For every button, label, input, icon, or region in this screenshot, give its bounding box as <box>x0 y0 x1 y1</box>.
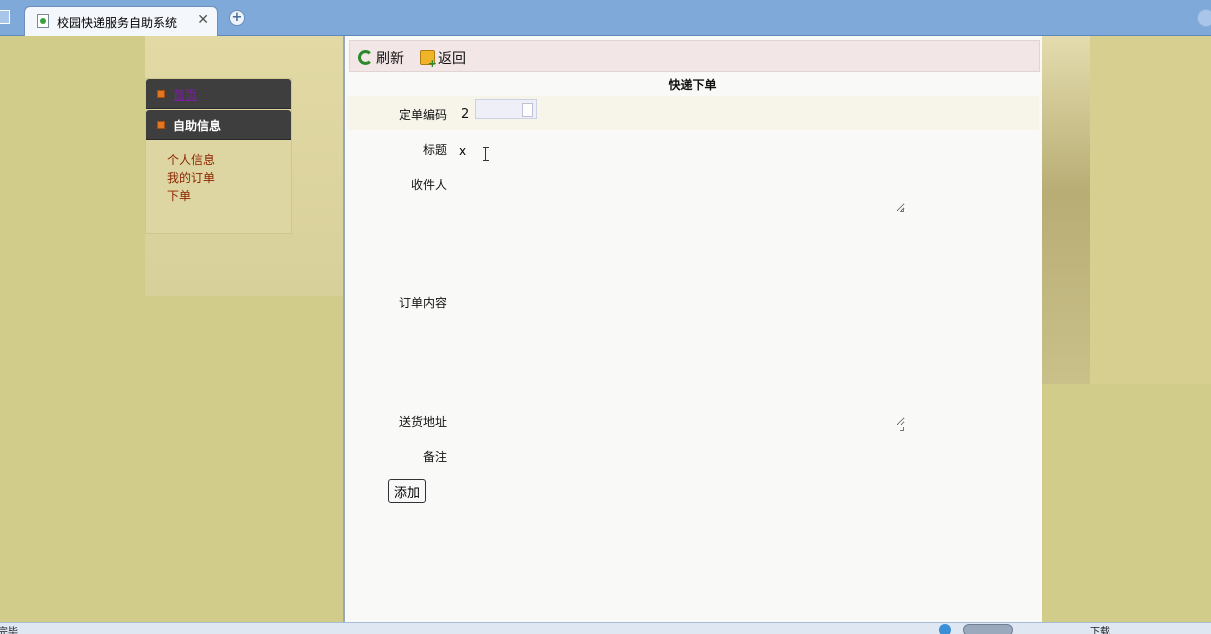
order-code-row <box>347 96 1039 130</box>
add-button[interactable]: 添加 <box>388 479 426 503</box>
order-code-label: 定单编码 <box>398 108 447 122</box>
toolbar: 刷新 返回 <box>349 40 1040 72</box>
browser-menu-icon[interactable] <box>0 10 10 24</box>
address-label: 送货地址 <box>398 415 447 429</box>
sidebar-item-place-order[interactable]: 下单 <box>167 187 291 205</box>
browser-tab[interactable]: 校园快递服务自助系统 ✕ <box>24 6 218 36</box>
status-text: 完毕 <box>0 627 18 634</box>
browser-status-icon <box>1197 9 1211 27</box>
bullet-icon <box>157 121 165 129</box>
sidebar-links: 个人信息 我的订单 下单 <box>146 140 291 205</box>
sidebar-section-label: 自助信息 <box>173 119 222 133</box>
folder-add-icon <box>420 50 437 70</box>
order-content-label: 订单内容 <box>398 296 447 310</box>
order-content-textarea[interactable] <box>459 236 905 426</box>
mode-toggle[interactable] <box>963 624 1013 634</box>
refresh-icon <box>358 50 373 65</box>
resize-grip-icon[interactable] <box>900 427 904 431</box>
refresh-label: 刷新 <box>376 51 404 67</box>
back-button[interactable]: 返回 <box>420 48 466 70</box>
browser-tabstrip: 校园快递服务自助系统 ✕ + <box>0 0 1211 36</box>
page-background-right <box>1042 36 1211 622</box>
text-cursor-icon <box>483 147 491 161</box>
tab-title: 校园快递服务自助系统 <box>57 16 178 30</box>
back-label: 返回 <box>438 51 466 67</box>
bullet-icon <box>157 90 165 98</box>
remark-label: 备注 <box>422 450 447 464</box>
download-button[interactable]: 下载 <box>1090 623 1110 634</box>
sidebar-item-home[interactable]: 首页 <box>146 79 291 109</box>
page-favicon-icon <box>37 14 49 28</box>
title-input[interactable] <box>459 142 509 160</box>
home-link[interactable]: 首页 <box>173 86 197 103</box>
sidebar-item-profile[interactable]: 个人信息 <box>167 151 291 169</box>
globe-icon <box>939 624 951 634</box>
remark-input[interactable] <box>459 446 759 464</box>
sidebar-nav: 首页 自助信息 个人信息 我的订单 下单 <box>145 78 292 234</box>
recipient-label: 收件人 <box>410 178 447 192</box>
main-panel: 刷新 返回 快递下单 定单编码 2 标题 收件人 订单内容 送货地址 备注 添加 <box>343 36 1042 622</box>
tab-close-icon[interactable]: ✕ <box>197 12 209 28</box>
title-label: 标题 <box>422 143 447 157</box>
order-code-field[interactable] <box>475 99 537 119</box>
refresh-button[interactable]: 刷新 <box>358 48 404 68</box>
form-title: 快递下单 <box>668 78 717 92</box>
resize-grip-icon[interactable] <box>900 208 904 212</box>
order-code-value: 2 <box>461 107 470 122</box>
new-tab-icon[interactable]: + <box>229 10 245 26</box>
browser-statusbar: 完毕 下载 <box>0 622 1211 634</box>
sidebar-item-my-orders[interactable]: 我的订单 <box>167 169 291 187</box>
sidebar-section-self-service[interactable]: 自助信息 <box>146 110 291 140</box>
recipient-textarea[interactable] <box>459 176 905 212</box>
